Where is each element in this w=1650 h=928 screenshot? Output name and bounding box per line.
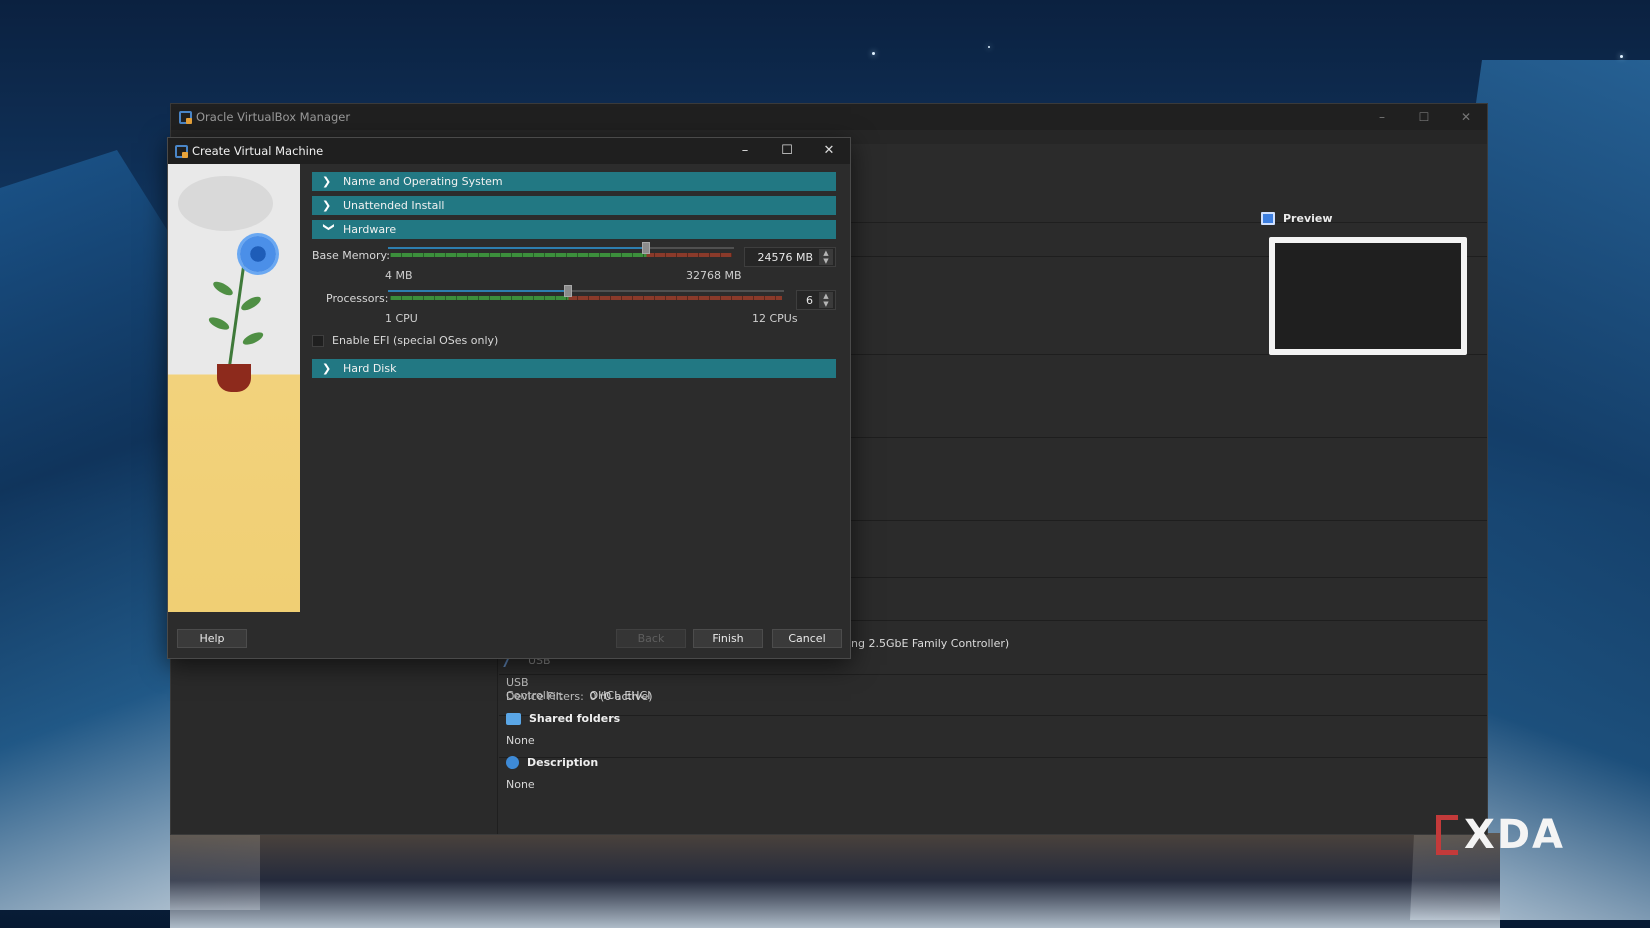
wallpaper-star	[872, 52, 875, 55]
preview-header: Preview	[1261, 212, 1461, 225]
dialog-footer: Help Back Finish Cancel	[168, 612, 850, 658]
base-memory-label: Base Memory:	[312, 249, 390, 262]
wallpaper-star	[988, 46, 990, 48]
shared-folders-label: Shared folders	[529, 712, 621, 725]
shared-folders-header[interactable]: Shared folders	[506, 712, 620, 725]
preview-label: Preview	[1283, 212, 1333, 225]
cloud-illustration	[178, 176, 273, 231]
cancel-button[interactable]: Cancel	[772, 629, 842, 648]
base-memory-slider[interactable]	[388, 242, 734, 258]
base-memory-min: 4 MB	[385, 269, 413, 282]
dialog-window-controls: – ☐ ✕	[724, 138, 850, 164]
description-header[interactable]: Description	[506, 756, 598, 769]
description-label: Description	[527, 756, 599, 769]
virtualbox-app-icon	[175, 144, 188, 158]
details-divider	[499, 757, 1487, 758]
xda-watermark: XDA	[1436, 812, 1565, 858]
xda-watermark-text: XDA	[1464, 812, 1565, 858]
section-unattended-label: Unattended Install	[343, 199, 445, 212]
usb-filters-value: 0 (0 active)	[589, 690, 653, 703]
dialog-titlebar: Create Virtual Machine – ☐ ✕	[168, 138, 850, 164]
dialog-maximize-button[interactable]: ☐	[766, 138, 808, 164]
manager-titlebar: Oracle VirtualBox Manager – ☐ ✕	[171, 104, 1487, 130]
dialog-title: Create Virtual Machine	[192, 144, 324, 158]
chevron-right-icon: ❯	[322, 199, 332, 212]
manager-title: Oracle VirtualBox Manager	[196, 110, 351, 124]
slider-scale	[390, 296, 782, 300]
slider-handle[interactable]	[564, 285, 572, 297]
plant-stem	[227, 264, 246, 369]
slider-fill	[388, 290, 564, 292]
preview-screen	[1269, 237, 1467, 355]
section-name-os[interactable]: ❯ Name and Operating System	[312, 172, 836, 191]
leaf	[241, 329, 265, 348]
slider-fill	[388, 247, 642, 249]
section-hardware-label: Hardware	[343, 223, 397, 236]
section-hardware[interactable]: ❯ Hardware	[312, 220, 836, 239]
back-button[interactable]: Back	[616, 629, 686, 648]
manager-close-button[interactable]: ✕	[1445, 104, 1487, 130]
processors-max: 12 CPUs	[752, 312, 798, 325]
wallpaper-star	[1620, 55, 1623, 58]
processors-value: 6	[806, 293, 813, 307]
plant-pot	[217, 364, 251, 392]
leaf	[211, 279, 235, 298]
network-adapter-text: ng 2.5GbE Family Controller)	[851, 637, 1010, 650]
wizard-illustration	[168, 164, 300, 612]
finish-button[interactable]: Finish	[693, 629, 763, 648]
dialog-minimize-button[interactable]: –	[724, 138, 766, 164]
enable-efi-label: Enable EFI (special OSes only)	[332, 334, 499, 347]
base-memory-spinbox[interactable]: 24576 MB ▲ ▼	[744, 247, 836, 267]
processors-slider[interactable]	[388, 285, 784, 301]
spin-arrows-icon[interactable]: ▲ ▼	[819, 249, 833, 265]
processors-min: 1 CPU	[385, 312, 418, 325]
leaf	[239, 294, 263, 313]
manager-minimize-button[interactable]: –	[1361, 104, 1403, 130]
create-vm-dialog: Create Virtual Machine – ☐ ✕ ❯ Name and …	[167, 137, 851, 659]
chevron-right-icon: ❯	[322, 175, 332, 188]
chevron-right-icon: ❯	[322, 362, 332, 375]
help-button[interactable]: Help	[177, 629, 247, 648]
leaf	[207, 314, 231, 333]
wizard-content: ❯ Name and Operating System ❯ Unattended…	[312, 172, 836, 612]
base-memory-value: 24576 MB	[757, 250, 813, 264]
enable-efi-checkbox[interactable]	[312, 334, 324, 347]
virtualbox-app-icon	[179, 110, 192, 124]
dialog-close-button[interactable]: ✕	[808, 138, 850, 164]
speech-bubble-icon	[506, 756, 519, 769]
spin-arrows-icon[interactable]: ▲ ▼	[819, 292, 833, 308]
section-hard-disk[interactable]: ❯ Hard Disk	[312, 359, 836, 378]
processors-label: Processors:	[326, 292, 389, 305]
section-name-os-label: Name and Operating System	[343, 175, 503, 188]
section-unattended-install[interactable]: ❯ Unattended Install	[312, 196, 836, 215]
monitor-icon	[1261, 212, 1275, 225]
usb-filters-row: Device Filters: 0 (0 active)	[506, 690, 653, 703]
description-value: None	[506, 778, 535, 791]
flower-illustration	[240, 236, 276, 272]
usb-filters-key: Device Filters:	[506, 690, 584, 703]
enable-efi-row[interactable]: Enable EFI (special OSes only)	[312, 334, 498, 347]
details-divider	[499, 674, 1487, 675]
wallpaper-foreground	[170, 833, 1500, 928]
xda-bracket-icon	[1436, 815, 1458, 855]
processors-spinbox[interactable]: 6 ▲ ▼	[796, 290, 836, 310]
manager-window-controls: – ☐ ✕	[1361, 104, 1487, 130]
folder-icon	[506, 712, 521, 725]
details-divider	[499, 715, 1487, 716]
base-memory-max: 32768 MB	[686, 269, 742, 282]
preview-panel: Preview	[1261, 212, 1467, 355]
manager-maximize-button[interactable]: ☐	[1403, 104, 1445, 130]
section-hard-disk-label: Hard Disk	[343, 362, 397, 375]
preview-display	[1275, 243, 1461, 349]
shared-folders-value: None	[506, 734, 535, 747]
slider-handle[interactable]	[642, 242, 650, 254]
chevron-down-icon: ❯	[322, 222, 336, 232]
slider-scale	[390, 253, 732, 257]
